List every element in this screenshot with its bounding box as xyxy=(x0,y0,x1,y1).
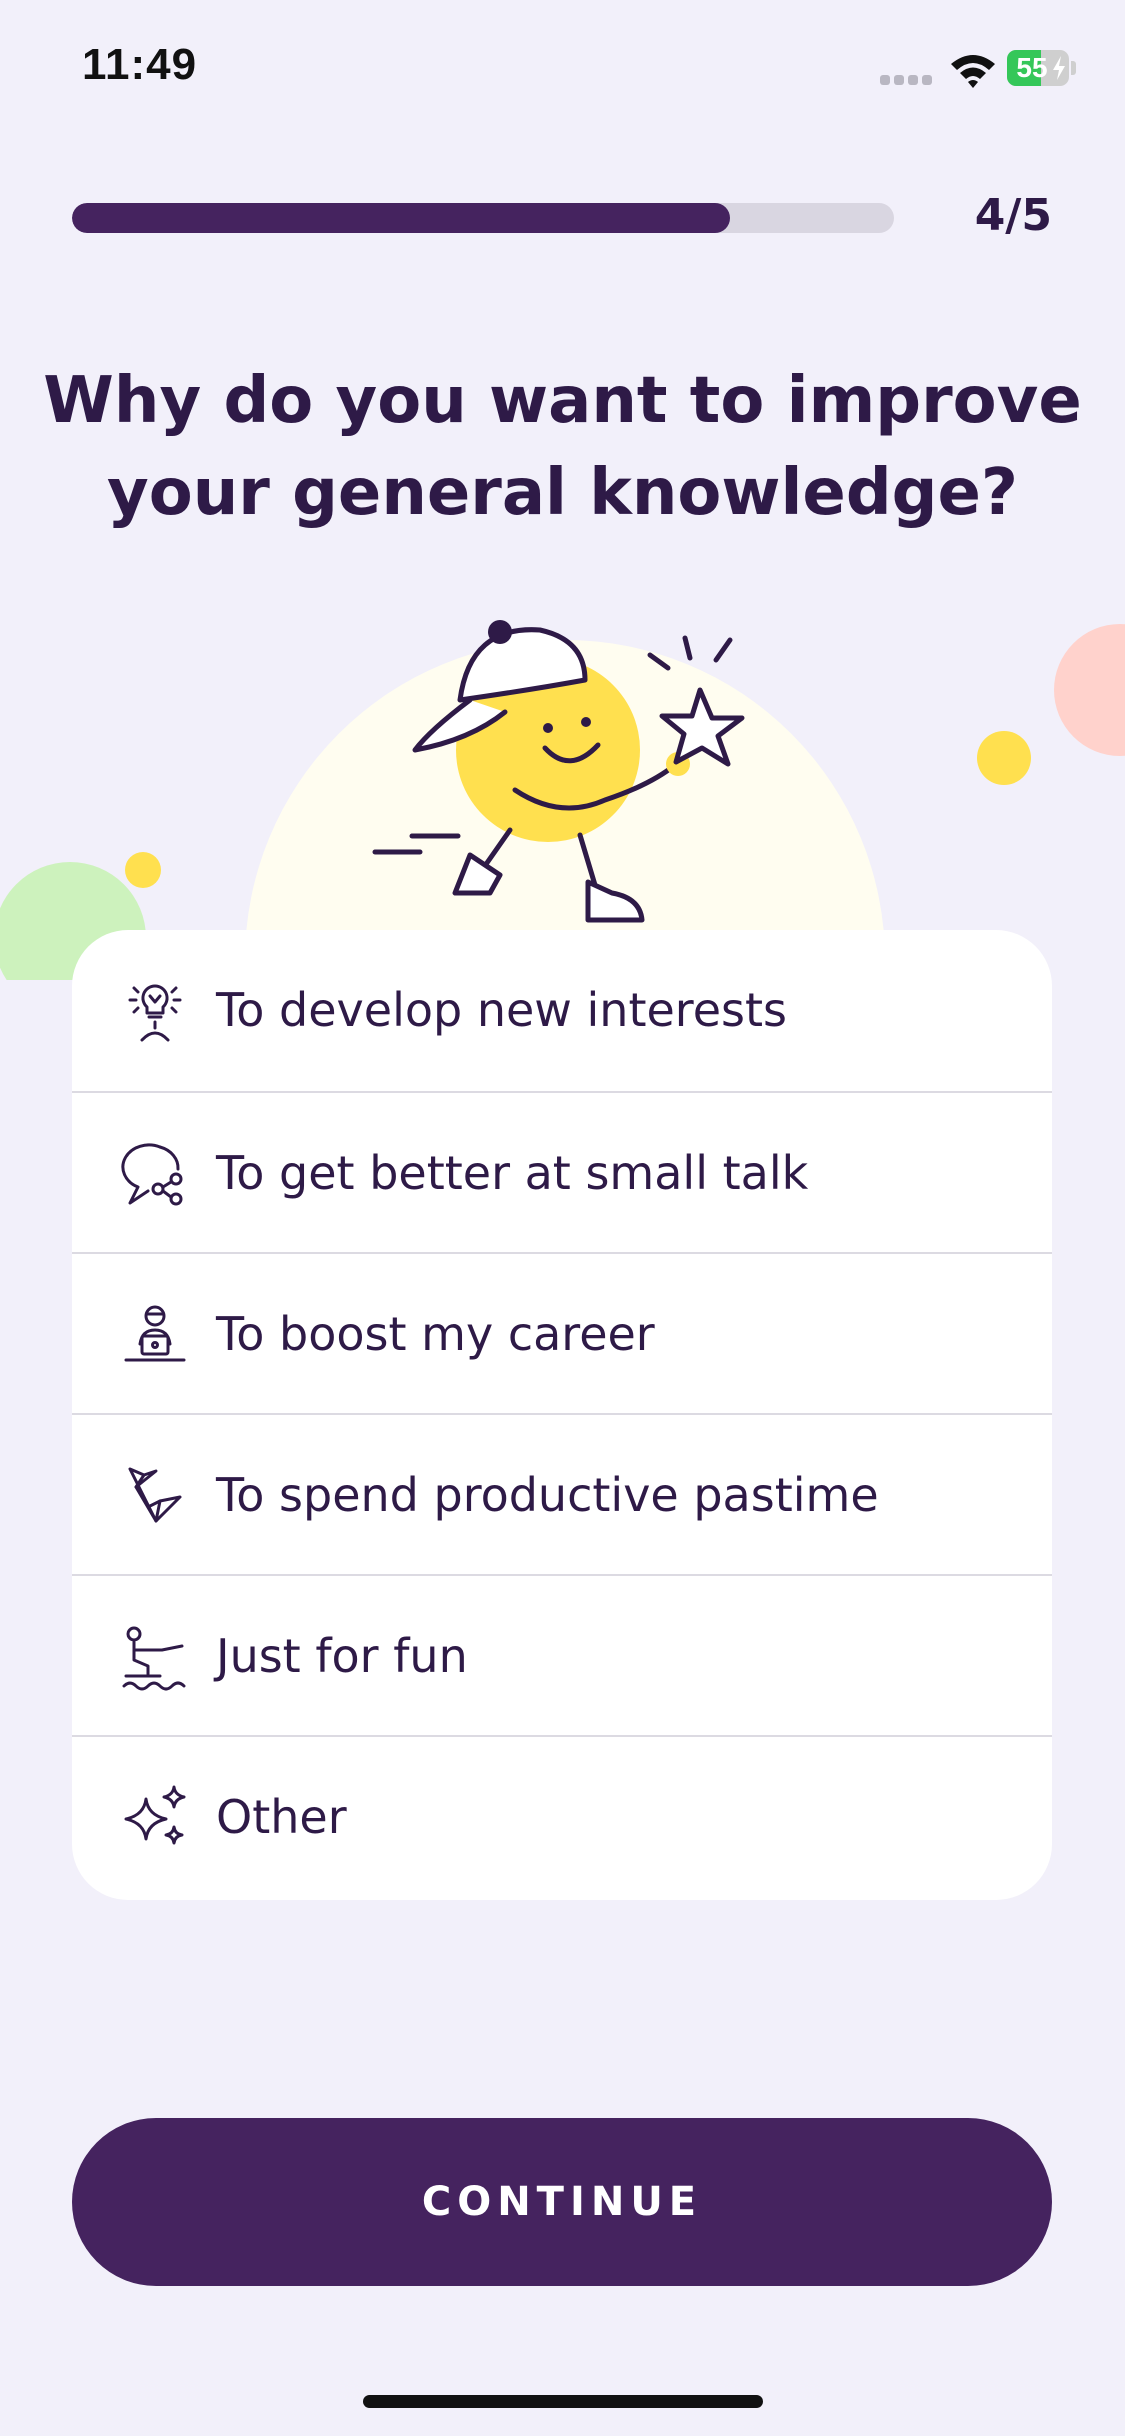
option-small-talk[interactable]: To get better at small talk xyxy=(72,1091,1052,1254)
pink-bubble xyxy=(1054,624,1125,756)
wifi-icon xyxy=(951,55,995,88)
sparkles-icon xyxy=(124,1785,186,1845)
page-title: Why do you want to improve your general … xyxy=(40,355,1085,539)
option-label: To spend productive pastime xyxy=(216,1468,879,1522)
small-yellow-dot-left xyxy=(125,852,161,888)
battery-level: 55 xyxy=(1016,52,1048,83)
wakeboard-icon xyxy=(122,1626,186,1691)
cellular-signal-icon xyxy=(880,73,936,87)
option-develop-new-interests[interactable]: To develop new interests xyxy=(72,930,1052,1091)
options-list: To develop new interests To get better a… xyxy=(72,930,1052,1900)
option-other[interactable]: Other xyxy=(72,1735,1052,1898)
lightbulb-person-icon xyxy=(128,984,182,1042)
battery-icon: 55 xyxy=(1007,50,1077,86)
mascot-illustration xyxy=(0,620,1125,980)
option-label: To boost my career xyxy=(216,1307,655,1361)
option-just-for-fun[interactable]: Just for fun xyxy=(72,1574,1052,1737)
page-title-line-1: Why do you want to improve xyxy=(43,364,1082,438)
option-label: Other xyxy=(216,1790,347,1844)
origami-bird-icon xyxy=(128,1467,182,1523)
option-productive-pastime[interactable]: To spend productive pastime xyxy=(72,1413,1052,1576)
option-label: To get better at small talk xyxy=(216,1146,809,1200)
progress-bar-fill xyxy=(72,203,730,233)
option-label: To develop new interests xyxy=(216,983,787,1037)
progress-bar xyxy=(72,203,894,233)
page-title-line-2: your general knowledge? xyxy=(107,456,1018,530)
home-indicator xyxy=(363,2395,763,2408)
person-laptop-icon xyxy=(124,1305,186,1362)
option-label: Just for fun xyxy=(216,1629,468,1683)
continue-button[interactable]: CONTINUE xyxy=(72,2118,1052,2286)
progress-counter: 4/5 xyxy=(974,190,1052,241)
chat-share-icon xyxy=(121,1143,183,1206)
status-time: 11:49 xyxy=(82,40,198,89)
option-boost-career[interactable]: To boost my career xyxy=(72,1252,1052,1415)
small-yellow-dot-right xyxy=(977,731,1031,785)
